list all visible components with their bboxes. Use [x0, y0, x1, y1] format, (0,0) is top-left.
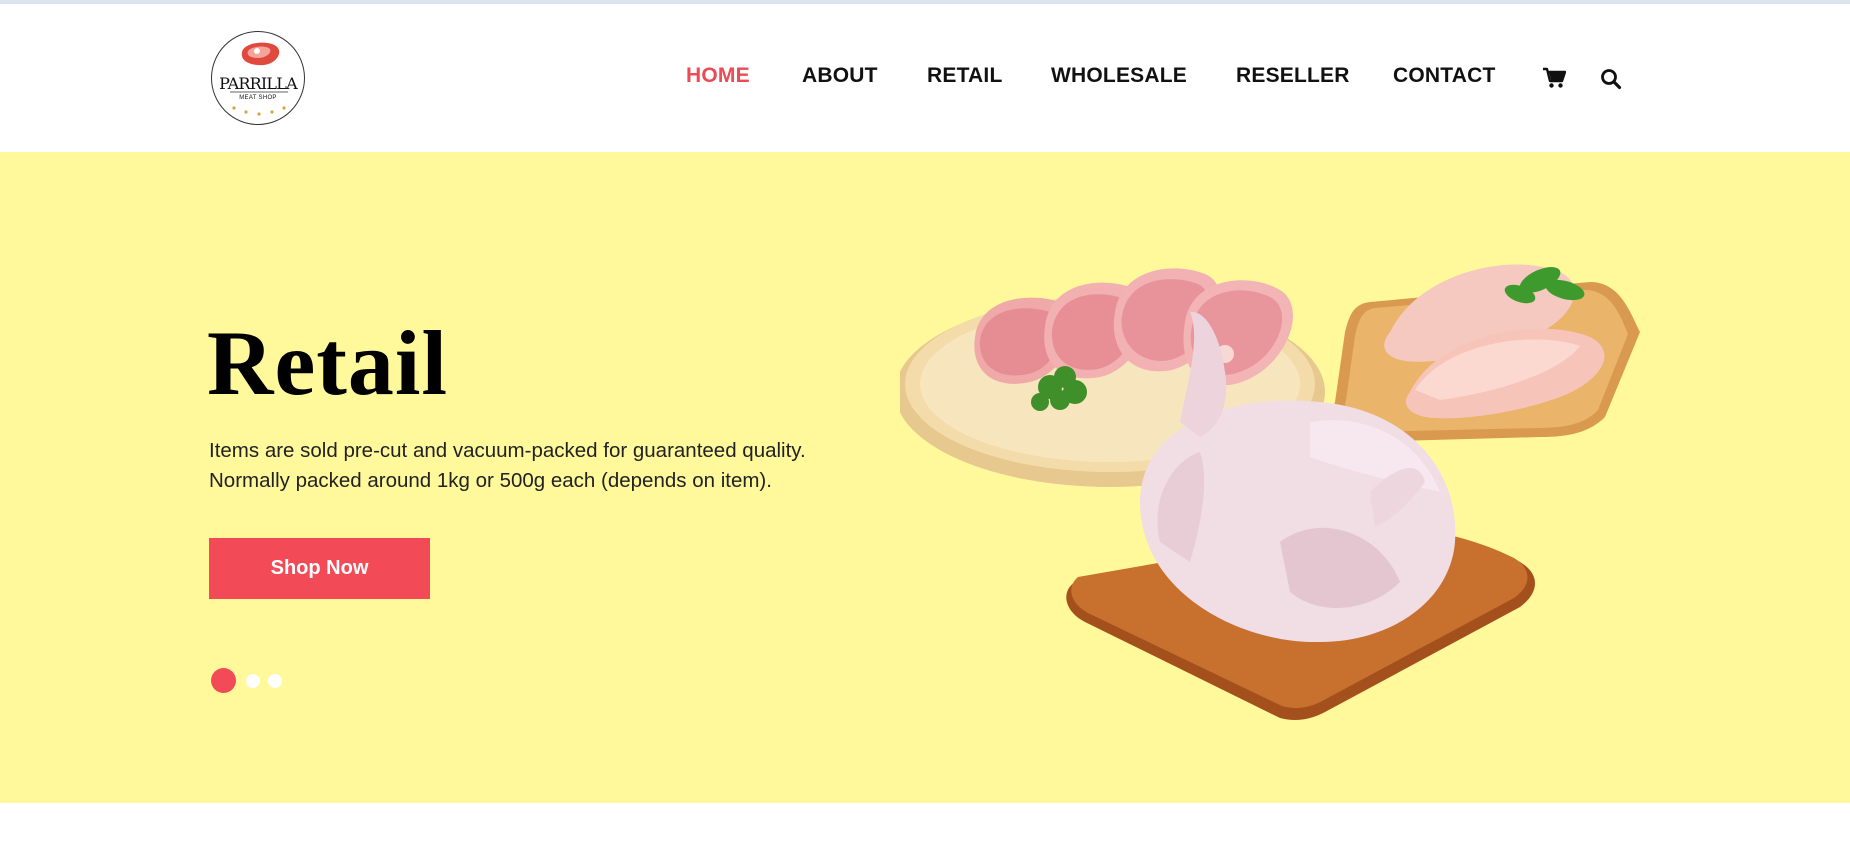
slider-dot[interactable] [246, 674, 260, 688]
nav-retail[interactable]: RETAIL [927, 64, 1002, 88]
site-header: PARRILLA MEAT SHOP HOME ABOUT RETAIL WHO… [0, 4, 1850, 152]
nav-reseller[interactable]: RESELLER [1236, 64, 1350, 88]
main-nav: HOME ABOUT RETAIL WHOLESALE RESELLER CON… [0, 4, 1850, 152]
slider-dot-active[interactable] [211, 668, 236, 693]
nav-contact[interactable]: CONTACT [1393, 64, 1496, 88]
hero-product-image [900, 264, 1640, 720]
hero-description-line: Normally packed around 1kg or 500g each … [209, 469, 772, 492]
hero-title: Retail [207, 312, 449, 414]
cart-icon[interactable] [1542, 67, 1567, 94]
nav-wholesale[interactable]: WHOLESALE [1051, 64, 1187, 88]
hero-description-line: Items are sold pre-cut and vacuum-packed… [209, 439, 806, 462]
shop-now-button[interactable]: Shop Now [209, 538, 430, 599]
nav-about[interactable]: ABOUT [802, 64, 878, 88]
nav-home[interactable]: HOME [686, 64, 750, 88]
search-icon[interactable] [1600, 68, 1622, 95]
slider-dot[interactable] [268, 674, 282, 688]
hero-banner: Retail Items are sold pre-cut and vacuum… [0, 152, 1850, 803]
